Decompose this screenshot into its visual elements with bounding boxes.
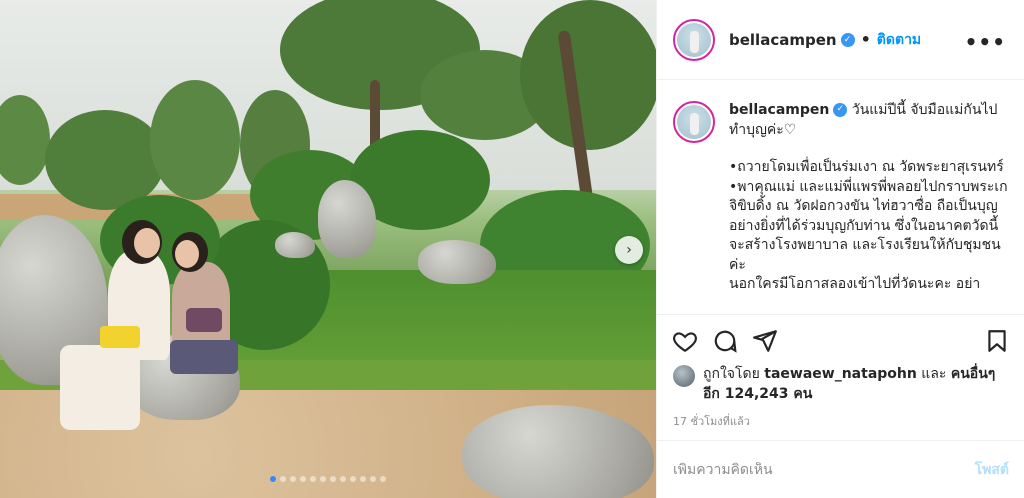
- carousel-dot: [340, 476, 346, 482]
- liker-username[interactable]: taewaew_natapohn: [764, 366, 917, 382]
- post-detail-panel: bellacampen ✓ • ติดตาม ••• bellacampen ✓ …: [656, 0, 1024, 498]
- carousel-dot: [300, 476, 306, 482]
- caption-text: bellacampen ✓ วันแม่ปีนี้ จับมือแม่กันไปท…: [729, 101, 1009, 313]
- carousel-indicator: [270, 476, 386, 482]
- likes-conj: และ: [921, 366, 947, 382]
- carousel-dot: [310, 476, 316, 482]
- bookmark-button[interactable]: [983, 327, 1011, 355]
- like-button[interactable]: [671, 327, 699, 355]
- share-button[interactable]: [751, 327, 779, 355]
- person-bag: [186, 308, 222, 332]
- person-face: [175, 240, 199, 268]
- carousel-dot: [350, 476, 356, 482]
- verified-badge-icon: ✓: [840, 32, 855, 47]
- photo-tree: [150, 80, 240, 200]
- person-dress: [60, 345, 140, 430]
- person-face: [134, 228, 160, 258]
- post-actions: [657, 314, 1024, 366]
- comment-icon: [714, 330, 737, 353]
- carousel-dot: [280, 476, 286, 482]
- share-icon: [753, 329, 777, 352]
- carousel-dot: [370, 476, 376, 482]
- person-body: [172, 262, 230, 352]
- likes-prefix: ถูกใจโดย: [703, 366, 760, 382]
- header-username[interactable]: bellacampen: [729, 31, 837, 49]
- post-comment-button[interactable]: โพสต์: [975, 459, 1009, 481]
- caption-body: •ถวายโดมเพื่อเป็นร่มเงา ณ วัดพระยาสุเรนท…: [729, 159, 1008, 292]
- chevron-right-icon: ›: [626, 242, 632, 258]
- carousel-dot: [330, 476, 336, 482]
- carousel-dot: [270, 476, 276, 482]
- carousel-dot: [320, 476, 326, 482]
- person-bag: [100, 326, 140, 348]
- photo-rock: [418, 240, 496, 284]
- more-options-icon[interactable]: •••: [965, 30, 1006, 54]
- photo-tree: [520, 0, 656, 150]
- liker-avatar[interactable]: [673, 365, 695, 387]
- comment-button[interactable]: [711, 327, 739, 355]
- photo-rock: [275, 232, 315, 258]
- separator: •: [860, 30, 871, 49]
- avatar[interactable]: [673, 18, 715, 61]
- post-photo[interactable]: ›: [0, 0, 656, 498]
- caption-username[interactable]: bellacampen: [729, 102, 829, 118]
- carousel-dot: [290, 476, 296, 482]
- verified-badge-icon: ✓: [833, 103, 848, 117]
- comment-input[interactable]: [673, 461, 975, 478]
- post-caption: bellacampen ✓ วันแม่ปีนี้ จับมือแม่กันไปท…: [657, 81, 1024, 313]
- carousel-dot: [380, 476, 386, 482]
- post-timestamp[interactable]: 17 ชั่วโมงที่แล้ว: [673, 412, 750, 430]
- likes-summary: ถูกใจโดย taewaew_natapohn และ คนอื่นๆ อี…: [673, 364, 1013, 404]
- person-skirt: [170, 340, 238, 374]
- follow-button[interactable]: ติดตาม: [877, 29, 921, 51]
- comment-bar: โพสต์: [657, 440, 1024, 498]
- carousel-dot: [360, 476, 366, 482]
- heart-icon: [673, 331, 697, 352]
- carousel-next-button[interactable]: ›: [615, 236, 643, 264]
- bookmark-icon: [988, 329, 1006, 352]
- caption-avatar[interactable]: [673, 101, 715, 143]
- post-header: bellacampen ✓ • ติดตาม •••: [657, 0, 1024, 80]
